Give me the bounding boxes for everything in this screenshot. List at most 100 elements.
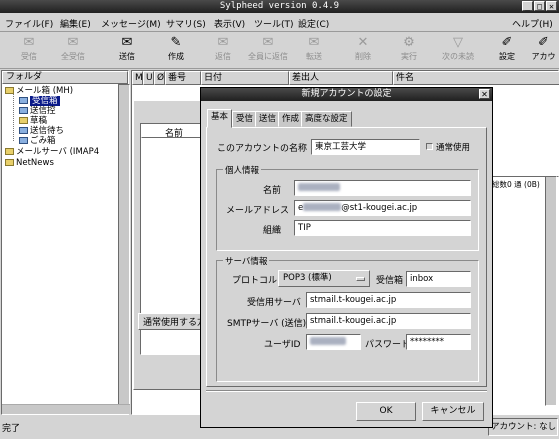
inbox-icon — [19, 97, 28, 104]
recv-server-field[interactable]: stmail.t-kougei.ac.jp — [306, 292, 471, 308]
close-button[interactable]: ✕ — [546, 1, 557, 11]
folder-trash[interactable]: ごみ箱 — [19, 136, 56, 146]
col-date[interactable]: 日付 — [201, 71, 289, 85]
compose-button[interactable]: ✎ 作成 — [155, 35, 197, 67]
col-attach[interactable]: Ø — [154, 71, 165, 85]
smtp-field[interactable]: stmail.t-kougei.ac.jp — [306, 313, 471, 329]
col-from[interactable]: 差出人 — [289, 71, 393, 85]
prefs-icon: ✐ — [501, 35, 513, 50]
send-button[interactable]: ✉ 送信 — [106, 35, 148, 67]
window-title: Sylpheed version 0.4.9 — [219, 1, 340, 11]
personal-info-frame: 個人情報 名前 メールアドレス e @st1-kougei.ac.jp 組織 TI… — [216, 164, 479, 251]
menu-edit[interactable]: 編集(E) — [60, 17, 91, 30]
account-name-field[interactable]: 東京工芸大学 — [311, 139, 420, 155]
menu-file[interactable]: ファイル(F) — [5, 17, 53, 30]
account-button[interactable]: ✐ アカウ — [528, 35, 559, 67]
dialog-separator — [206, 390, 487, 392]
menu-tools[interactable]: ツール(T) — [254, 17, 294, 30]
prefs-button[interactable]: ✐ 設定 — [486, 35, 528, 67]
personal-info-title: 個人情報 — [223, 164, 262, 176]
menu-view[interactable]: 表示(V) — [214, 17, 245, 30]
execute-button[interactable]: ⚙ 実行 — [388, 35, 430, 67]
account-name-label: このアカウントの名称 — [217, 144, 308, 154]
send-icon: ✉ — [121, 35, 133, 50]
get-all-mail-icon: ✉ — [67, 35, 79, 50]
folder-sent[interactable]: 送信控 — [19, 106, 56, 116]
smtp-label: SMTPサーバ (送信) — [227, 319, 307, 329]
get-all-mail-button[interactable]: ✉ 全受信 — [52, 35, 94, 67]
window-titlebar: Sylpheed version 0.4.9 _ □ ✕ — [0, 0, 559, 13]
organization-label: 組織 — [263, 226, 282, 236]
message-vertical-scrollbar[interactable] — [545, 176, 557, 406]
background-list-name-column: 名前 — [165, 129, 184, 139]
name-field[interactable] — [294, 180, 471, 196]
userid-field[interactable] — [306, 334, 361, 350]
email-field[interactable]: e @st1-kougei.ac.jp — [294, 200, 471, 216]
get-mail-icon: ✉ — [23, 35, 35, 50]
new-account-dialog: 新規アカウントの設定 ✕ 基本 受信 送信 作成 高度な設定 このアカウントの名… — [200, 87, 493, 428]
cancel-button[interactable]: キャンセル — [422, 402, 484, 421]
basic-tab-panel: このアカウントの名称 東京工芸大学 通常使用 個人情報 名前 メールアドレス e… — [206, 127, 487, 387]
tab-basic[interactable]: 基本 — [207, 109, 233, 128]
maximize-button[interactable]: □ — [534, 1, 545, 11]
reply-button[interactable]: ✉ 返信 — [202, 35, 244, 67]
tab-advanced[interactable]: 高度な設定 — [301, 111, 352, 127]
folder-mailbox-mh[interactable]: メール箱 (MH) — [5, 86, 73, 96]
folder-icon — [19, 117, 28, 124]
folder-netnews[interactable]: NetNews — [5, 158, 54, 168]
protocol-dropdown[interactable]: POP3 (標準) — [278, 270, 370, 287]
menubar: ファイル(F) 編集(E) メッセージ(M) サマリ(S) 表示(V) ツール(… — [0, 13, 559, 32]
folder-icon — [5, 148, 14, 155]
col-subject[interactable]: 件名 — [393, 71, 559, 85]
tab-compose[interactable]: 作成 — [278, 111, 304, 127]
next-unread-button[interactable]: ▽ 次の未読 — [437, 35, 479, 67]
folder-mailserver-imap4[interactable]: メールサーバ (IMAP4 — [5, 147, 99, 157]
folder-horizontal-scrollbar[interactable] — [2, 404, 130, 414]
folder-pane: フォルダ メール箱 (MH) 受信箱 送信控 草稿 送信待ち ごみ箱 メールサー… — [1, 70, 130, 415]
forward-icon: ✉ — [308, 35, 320, 50]
folder-inbox[interactable]: 受信箱 — [19, 96, 60, 106]
sent-folder-icon — [19, 107, 28, 114]
menu-help[interactable]: ヘルプ(H) — [512, 17, 553, 30]
dialog-title: 新規アカウントの設定 ✕ — [201, 88, 492, 101]
password-field[interactable]: ******** — [406, 334, 471, 350]
menu-message[interactable]: メッセージ(M) — [101, 17, 161, 30]
trash-folder-icon — [19, 137, 28, 144]
message-count: 総数0 通 (0B) — [492, 180, 540, 189]
email-label: メールアドレス — [226, 206, 290, 216]
status-text: 完了 — [2, 424, 21, 434]
folder-open-icon — [5, 87, 14, 94]
col-number[interactable]: 番号 — [165, 71, 201, 85]
protocol-label: プロトコル — [232, 276, 278, 286]
reply-icon: ✉ — [217, 35, 229, 50]
tab-receive[interactable]: 受信 — [232, 111, 258, 127]
menu-config[interactable]: 設定(C) — [298, 17, 329, 30]
ok-button[interactable]: OK — [356, 402, 416, 421]
toolbar: ✉ 受信 ✉ 全受信 ✉ 送信 ✎ 作成 ✉ 返信 ✉ 全員に返信 ✉ 転送 ✕… — [0, 33, 559, 69]
forward-button[interactable]: ✉ 転送 — [293, 35, 335, 67]
delete-button[interactable]: ✕ 削除 — [342, 35, 384, 67]
col-mark[interactable]: M — [132, 71, 143, 85]
folder-header: フォルダ — [2, 71, 128, 84]
folder-draft[interactable]: 草稿 — [19, 116, 47, 126]
organization-field[interactable]: TIP — [294, 220, 471, 236]
tab-send[interactable]: 送信 — [255, 111, 281, 127]
reply-all-button[interactable]: ✉ 全員に返信 — [247, 35, 289, 67]
minimize-button[interactable]: _ — [522, 1, 533, 11]
server-info-frame: サーバ情報 プロトコル POP3 (標準) 受信箱 inbox 受信用サーバ s… — [216, 255, 479, 382]
recv-server-label: 受信用サーバ — [247, 298, 301, 308]
get-mail-button[interactable]: ✉ 受信 — [8, 35, 50, 67]
queue-folder-icon — [19, 127, 28, 134]
menu-summary[interactable]: サマリ(S) — [166, 17, 206, 30]
summary-header: M U Ø 番号 日付 差出人 件名 — [132, 71, 559, 85]
dropdown-indicator-icon — [356, 277, 365, 281]
folder-vertical-scrollbar[interactable] — [118, 84, 130, 406]
dialog-close-button[interactable]: ✕ — [479, 89, 490, 99]
reply-all-icon: ✉ — [262, 35, 274, 50]
folder-queue[interactable]: 送信待ち — [19, 126, 64, 136]
default-account-checkbox[interactable]: 通常使用 — [426, 141, 470, 153]
account-status: アカウント: なし — [488, 418, 558, 436]
inbox-label: 受信箱 — [376, 276, 404, 286]
col-unread[interactable]: U — [143, 71, 154, 85]
inbox-field[interactable]: inbox — [406, 271, 471, 287]
